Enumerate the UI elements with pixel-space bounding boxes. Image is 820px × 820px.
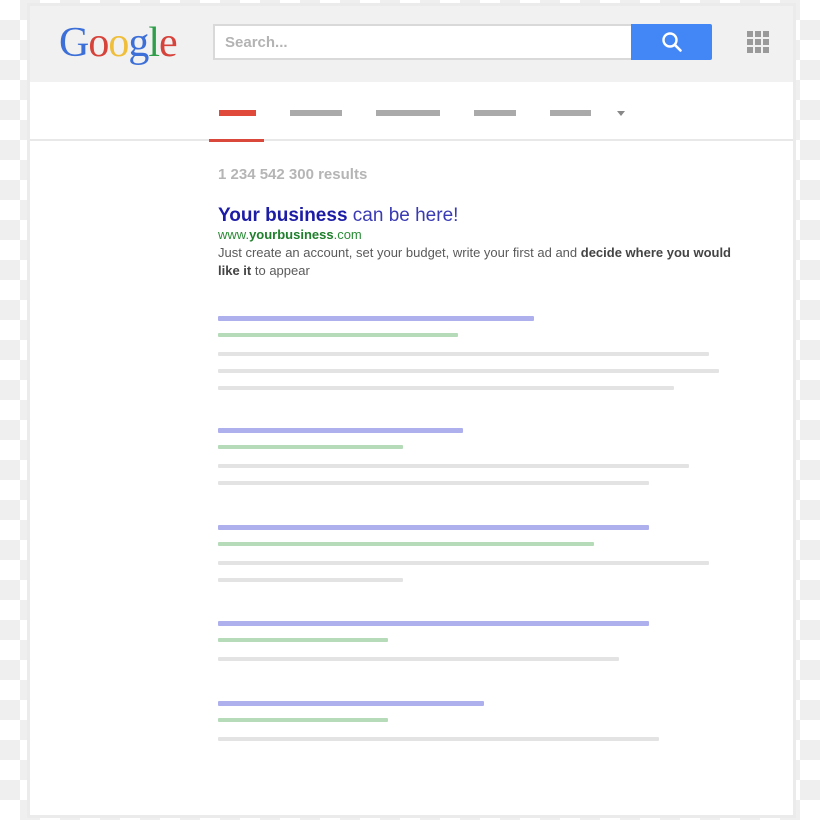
logo-letter: G: [59, 20, 89, 66]
result-url-line: [218, 333, 458, 337]
result-snippet-line: [218, 561, 709, 565]
result-snippet-line: [218, 464, 689, 468]
result-url-line: [218, 638, 388, 642]
tab-4[interactable]: [550, 110, 591, 116]
result-snippet-line: [218, 481, 649, 485]
apps-dot: [763, 47, 769, 53]
google-logo[interactable]: Google: [59, 20, 178, 66]
active-tab-indicator: [209, 139, 264, 142]
result-snippet-line: [218, 369, 719, 373]
search-field[interactable]: [213, 24, 632, 60]
apps-dot: [747, 47, 753, 53]
ad-url[interactable]: www.yourbusiness.com: [218, 227, 738, 243]
search-icon: [661, 32, 682, 52]
ad-url-domain: yourbusiness: [249, 227, 334, 242]
ad-url-prefix: www.: [218, 227, 250, 242]
tab-3[interactable]: [474, 110, 516, 116]
result-title-line[interactable]: [218, 621, 649, 626]
apps-dot: [747, 31, 753, 37]
apps-dot: [755, 47, 761, 53]
result-url-line: [218, 542, 594, 546]
result-url-line: [218, 445, 403, 449]
result-snippet-line: [218, 737, 659, 741]
tab-2[interactable]: [376, 110, 440, 116]
apps-dot: [755, 39, 761, 45]
dropdown-triangle-icon[interactable]: [617, 111, 625, 116]
ad-title-bold: Your business: [218, 205, 348, 226]
logo-letter: g: [128, 20, 149, 66]
apps-dot: [747, 39, 753, 45]
result-title-line[interactable]: [218, 525, 649, 530]
search-header: Google: [30, 6, 793, 82]
result-title-line[interactable]: [218, 701, 484, 706]
tab-0[interactable]: [219, 110, 256, 116]
result-title-line[interactable]: [218, 316, 534, 321]
result-snippet-line: [218, 657, 619, 661]
browser-page: Google 1 234 542 300 results Your busine…: [27, 3, 796, 818]
apps-dot: [763, 39, 769, 45]
ad-description: Just create an account, set your budget,…: [218, 244, 738, 280]
ad-desc-part1: Just create an account, set your budget,…: [218, 245, 581, 260]
apps-dot: [763, 31, 769, 37]
search-button[interactable]: [631, 24, 712, 60]
ad-url-suffix: .com: [333, 227, 362, 242]
result-snippet-line: [218, 352, 709, 356]
search-tabs: [30, 82, 793, 142]
apps-dot: [755, 31, 761, 37]
logo-letter: e: [159, 20, 178, 66]
ad-result: Your business can be here! www.yourbusin…: [218, 204, 738, 280]
logo-letter: o: [108, 20, 129, 66]
logo-letter: l: [148, 20, 160, 66]
ad-title-rest: can be here!: [347, 205, 459, 226]
result-snippet-line: [218, 578, 403, 582]
tab-1[interactable]: [290, 110, 342, 116]
ad-desc-part2: to appear: [251, 263, 310, 278]
ad-title-link[interactable]: Your business can be here!: [218, 204, 738, 227]
apps-grid-icon[interactable]: [747, 31, 770, 53]
result-snippet-line: [218, 386, 674, 390]
logo-letter: o: [88, 20, 109, 66]
search-input[interactable]: [225, 33, 622, 51]
result-title-line[interactable]: [218, 428, 463, 433]
result-url-line: [218, 718, 388, 722]
results-count: 1 234 542 300 results: [218, 166, 368, 183]
